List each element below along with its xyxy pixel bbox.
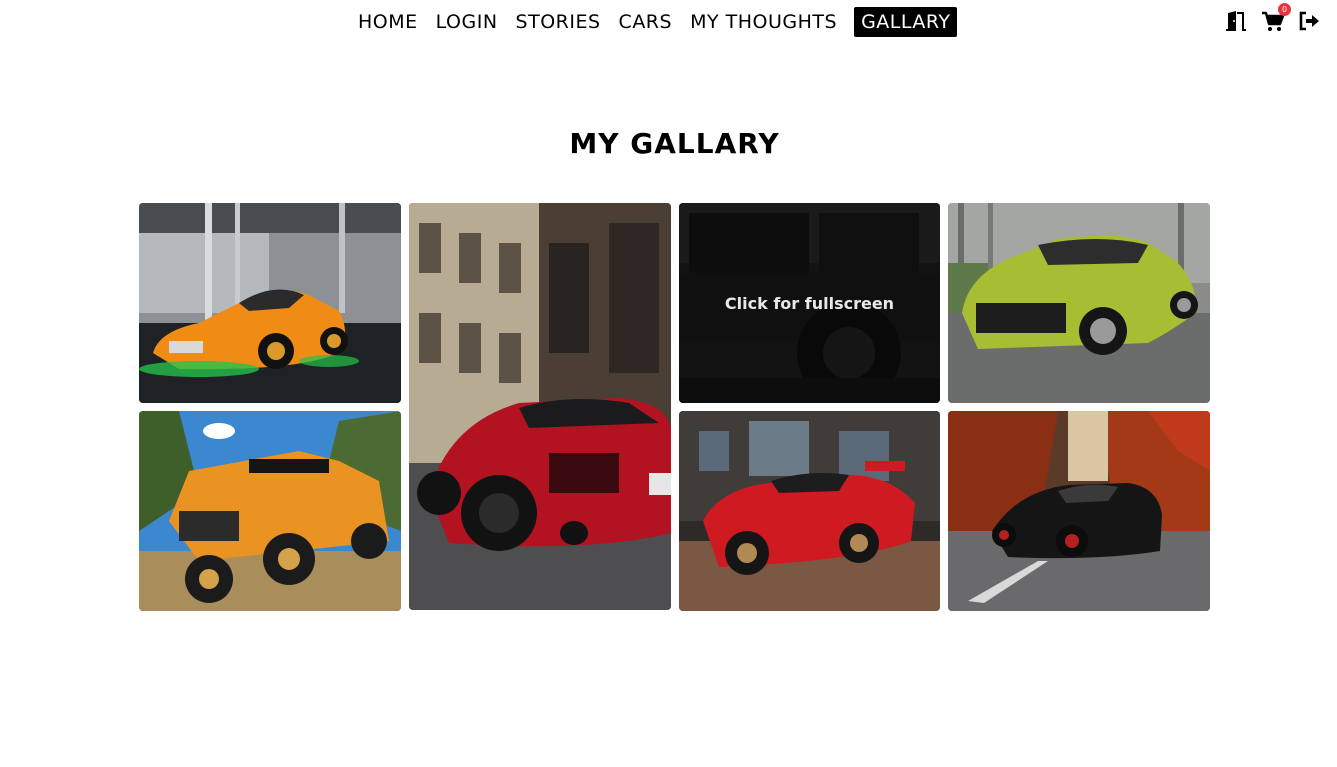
- red-car-street-photo: [409, 203, 671, 610]
- nav-my-thoughts[interactable]: MY THOUGHTS: [681, 7, 846, 37]
- red-race-car-photo: [679, 411, 940, 611]
- gallery-image-orange-suv[interactable]: [139, 411, 401, 611]
- fullscreen-overlay[interactable]: Click for fullscreen: [679, 203, 940, 403]
- gallery-image-orange-car[interactable]: [139, 203, 401, 403]
- gallery-image-red-car-street[interactable]: [409, 203, 671, 610]
- gallery-image-black-truck[interactable]: Click for fullscreen: [679, 203, 940, 403]
- gallery-image-green-car[interactable]: [948, 203, 1210, 403]
- top-nav: HOME LOGIN STORIES CARS MY THOUGHTS GALL…: [0, 3, 1337, 37]
- page-title: MY GALLARY: [569, 127, 780, 160]
- logout-icon[interactable]: [1297, 9, 1321, 33]
- gallery-image-red-race-car[interactable]: [679, 411, 940, 611]
- nav-login[interactable]: LOGIN: [427, 7, 507, 37]
- door-icon[interactable]: [1225, 9, 1249, 33]
- cart-icon[interactable]: 0: [1261, 3, 1291, 33]
- green-car-photo: [948, 203, 1210, 403]
- orange-suv-photo: [139, 411, 401, 611]
- black-supercar-photo: [948, 411, 1210, 611]
- gallery-image-black-supercar[interactable]: [948, 411, 1210, 611]
- nav-home[interactable]: HOME: [349, 7, 427, 37]
- nav-gallary[interactable]: GALLARY: [854, 7, 958, 37]
- nav-stories[interactable]: STORIES: [507, 7, 610, 37]
- cart-badge: 0: [1278, 3, 1291, 16]
- nav-icons: 0: [1225, 3, 1321, 33]
- nav-links: HOME LOGIN STORIES CARS MY THOUGHTS GALL…: [349, 7, 958, 37]
- nav-cars[interactable]: CARS: [610, 7, 682, 37]
- orange-car-photo: [139, 203, 401, 403]
